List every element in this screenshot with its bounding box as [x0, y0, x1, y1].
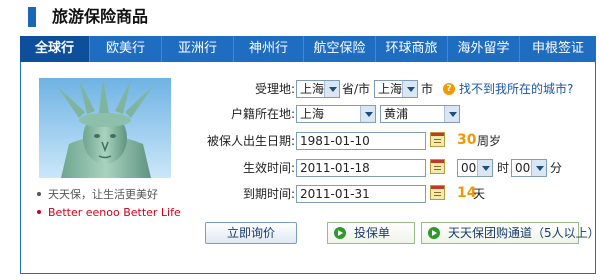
hukou-district-select[interactable]: 黄浦: [380, 105, 460, 123]
slogan-english: Better eenoo Better Life: [33, 204, 203, 222]
tab-europe-america[interactable]: 欧美行: [90, 36, 162, 62]
tab-global[interactable]: 全球行: [20, 36, 90, 62]
slogan-chinese: 天天保，让生活更美好: [33, 186, 203, 204]
tab-business-travel[interactable]: 环球商旅: [376, 36, 448, 62]
quote-panel: 天天保，让生活更美好 Better eenoo Better Life 受理地:…: [20, 62, 600, 274]
city-unit: 市: [421, 82, 434, 96]
help-icon: ?: [443, 83, 455, 95]
age-unit: 周岁: [477, 134, 502, 148]
page-title: 旅游保险商品: [52, 7, 149, 26]
quote-button[interactable]: 立即询价: [205, 222, 297, 244]
tab-schengen[interactable]: 申根签证: [520, 36, 596, 62]
chevron-down-icon: [531, 160, 546, 176]
chevron-down-icon: [360, 106, 375, 122]
group-purchase-button[interactable]: 天天保团购通道（5人以上）: [421, 222, 600, 244]
province-unit: 省/市: [342, 82, 371, 96]
birth-date-input[interactable]: 1981-01-10: [296, 132, 426, 150]
days-unit: 天: [473, 187, 486, 201]
city-not-found-link[interactable]: 找不到我所在的城市?: [459, 79, 573, 99]
birth-date-label: 被保人出生日期:: [206, 134, 295, 148]
statue-of-liberty-image: [39, 78, 171, 178]
tab-asia[interactable]: 亚洲行: [162, 36, 234, 62]
hukou-province-select[interactable]: 上海: [296, 105, 376, 123]
calendar-icon[interactable]: [430, 159, 445, 174]
arrow-right-icon: [334, 227, 346, 239]
effective-date-label: 生效时间:: [242, 161, 295, 175]
minute-select[interactable]: 00: [511, 159, 547, 177]
province-select[interactable]: 上海: [296, 80, 340, 98]
section-header: 旅游保险商品: [0, 0, 600, 32]
age-value: 30: [457, 132, 477, 148]
hour-unit: 时: [497, 161, 510, 175]
hukou-label: 户籍所在地:: [230, 107, 295, 121]
calendar-icon[interactable]: [430, 132, 445, 147]
effective-date-input[interactable]: 2011-01-18: [296, 159, 426, 177]
slogans: 天天保，让生活更美好 Better eenoo Better Life: [33, 186, 203, 222]
chevron-down-icon: [477, 160, 492, 176]
tab-study-abroad[interactable]: 海外留学: [448, 36, 520, 62]
city-select[interactable]: 上海: [374, 80, 418, 98]
chevron-down-icon: [402, 81, 417, 97]
accept-location-label: 受理地:: [254, 82, 295, 96]
minute-unit: 分: [550, 161, 563, 175]
hour-select[interactable]: 00: [457, 159, 493, 177]
chevron-down-icon: [444, 106, 459, 122]
expire-date-input[interactable]: 2011-01-31: [296, 185, 426, 203]
tab-aviation[interactable]: 航空保险: [304, 36, 376, 62]
apply-form-button[interactable]: 投保单: [327, 222, 415, 244]
title-marker: [28, 7, 36, 27]
calendar-icon[interactable]: [430, 185, 445, 200]
category-tabs: 全球行 欧美行 亚洲行 神州行 航空保险 环球商旅 海外留学 申根签证: [20, 36, 596, 62]
tab-china[interactable]: 神州行: [234, 36, 304, 62]
arrow-right-icon: [428, 227, 440, 239]
expire-date-label: 到期时间:: [242, 187, 295, 201]
chevron-down-icon: [324, 81, 339, 97]
